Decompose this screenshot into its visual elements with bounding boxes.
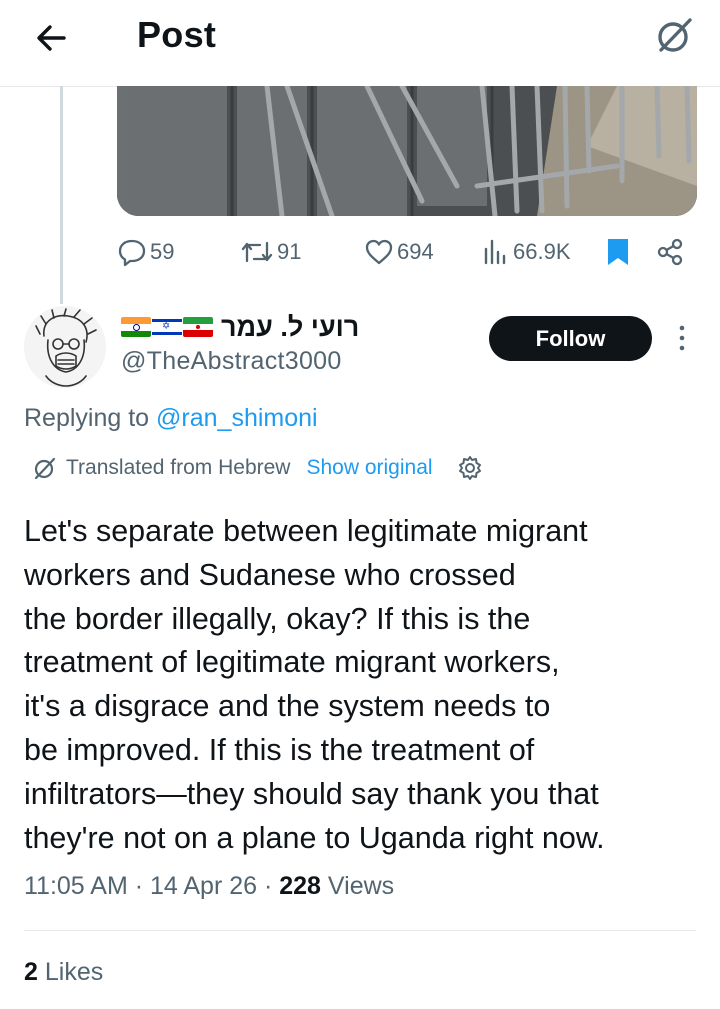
grok-icon[interactable] [652,14,696,58]
heart-icon [365,239,393,265]
flag-emojis: ✡ [121,317,213,337]
replying-to-link[interactable]: @ran_shimoni [156,404,318,432]
israel-flag-icon: ✡ [152,317,182,337]
bookmark-icon [608,239,628,265]
share-button[interactable] [655,234,685,270]
likes-label: Likes [44,958,104,986]
replying-to: Replying to @ran_shimoni [24,404,318,433]
author-handle[interactable]: @TheAbstract3000 [121,347,342,376]
reply-button[interactable]: 59 [117,234,174,270]
post-image[interactable] [117,86,697,216]
iran-flag-icon [183,317,213,337]
post-date: 14 Apr 26 [150,872,258,900]
author-display-name[interactable]: ✡ רועי ל. עמר [121,310,359,344]
india-flag-icon [121,317,151,337]
avatar[interactable] [24,306,106,388]
top-bar: Post [0,0,720,87]
views-icon [484,239,506,265]
post-time: 11:05 AM [24,872,128,900]
like-count: 694 [397,239,434,264]
views-count: 66.9K [513,239,571,264]
translation-bar: Translated from Hebrew Show original [32,452,483,484]
like-button[interactable]: 694 [364,234,434,270]
post-views-label: Views [327,872,395,900]
likes-count: 2 [24,958,38,986]
grok-translate-icon [34,457,56,480]
post-action-bar: 59 91 694 66.9K [0,230,720,274]
repost-button[interactable]: 91 [240,234,301,270]
back-arrow-icon[interactable] [30,18,76,58]
replying-prefix: Replying to [24,404,157,432]
bookmark-button[interactable] [605,234,631,270]
show-original-link[interactable]: Show original [306,456,432,480]
follow-button[interactable]: Follow [489,316,652,361]
more-options-icon[interactable] [673,322,691,354]
views-button[interactable]: 66.9K [482,234,571,270]
post-views-count: 228 [279,872,321,900]
author-name: רועי ל. עמר [221,311,360,342]
reply-count: 59 [150,239,175,264]
post-text: Let's separate between legitimate migran… [24,514,605,855]
divider [24,930,696,931]
reply-icon [118,239,146,267]
repost-count: 91 [277,239,302,264]
repost-icon [241,241,273,263]
likes-summary[interactable]: 2 Likes [24,958,103,987]
gear-icon[interactable] [457,455,483,481]
page-title: Post [137,14,217,55]
share-icon [657,238,683,266]
post-meta: 11:05 AM · 14 Apr 26 · 228 Views [24,872,395,900]
translated-label: Translated from Hebrew [66,456,291,479]
